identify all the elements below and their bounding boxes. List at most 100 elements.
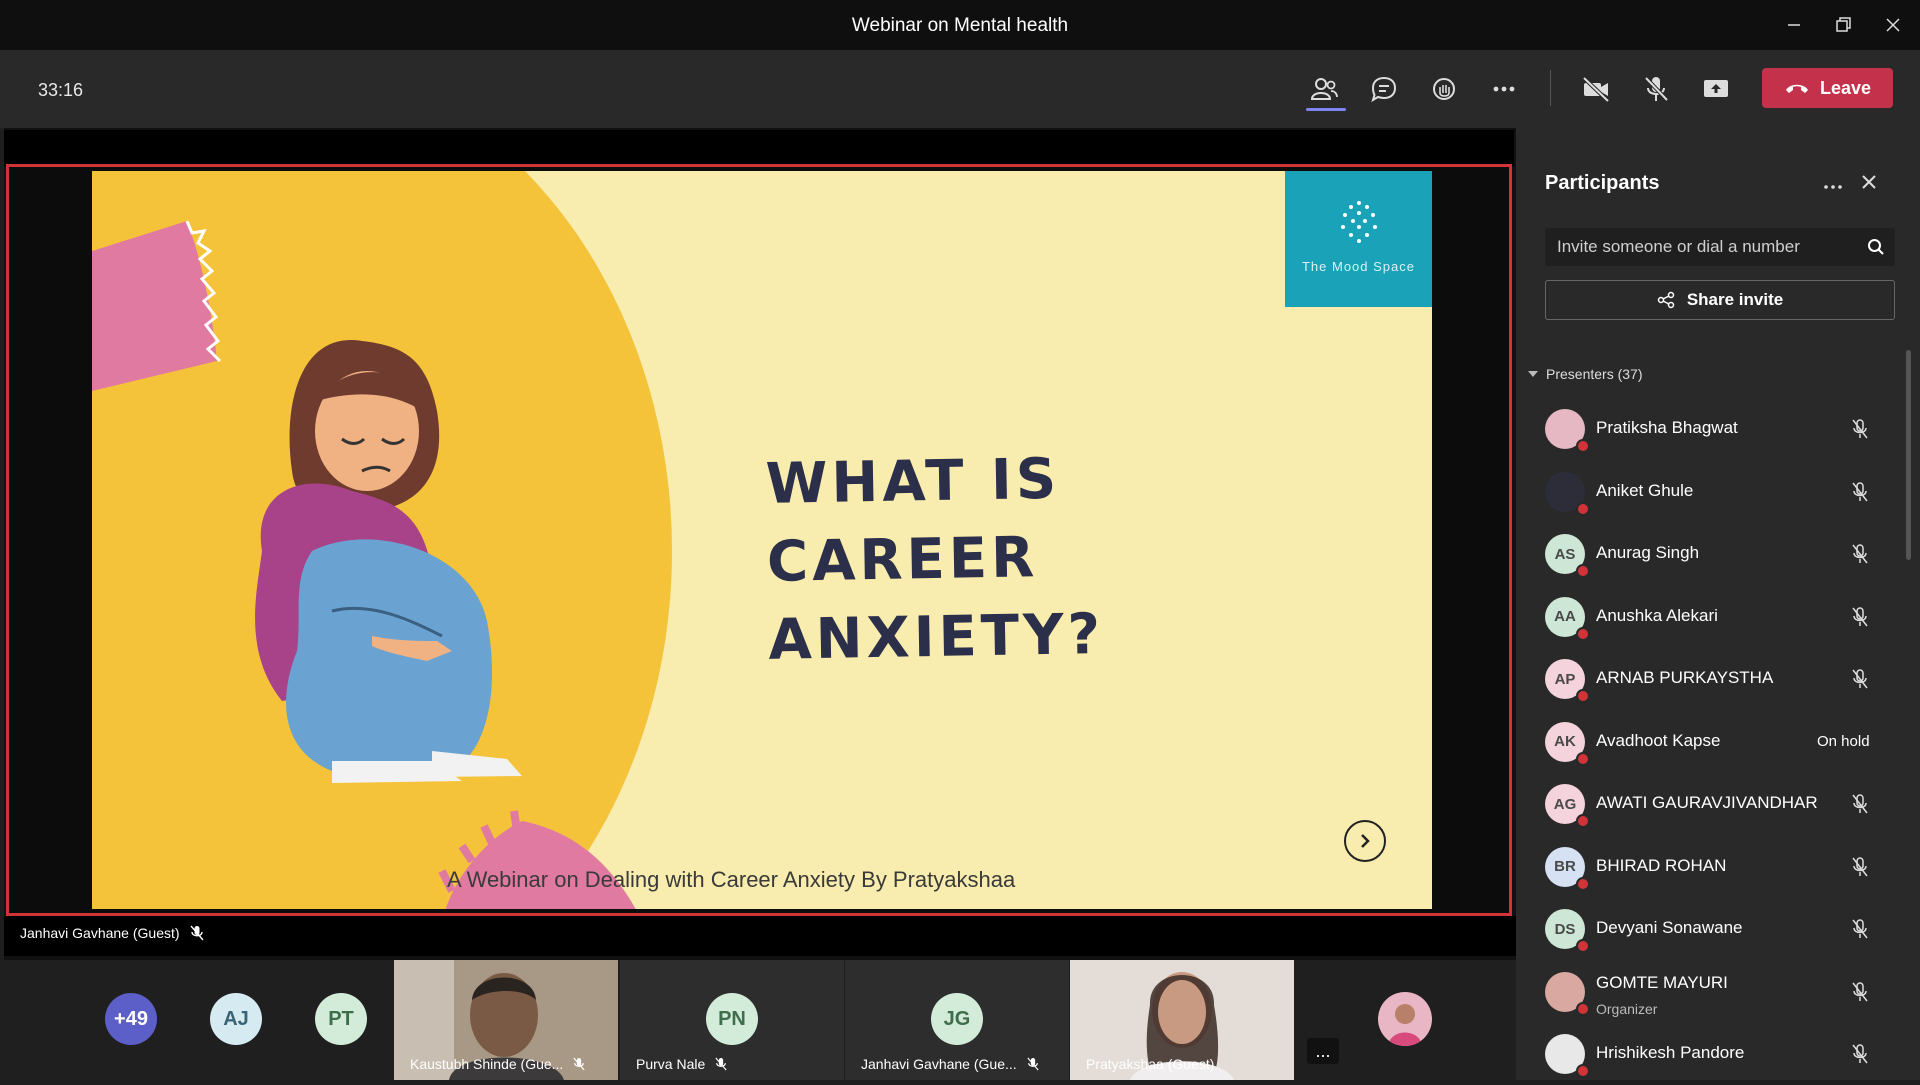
participant-mic-status bbox=[1850, 981, 1870, 1008]
participant-status: On hold bbox=[1817, 732, 1870, 750]
participant-row[interactable]: AG AWATI GAURAVJIVANDHAR bbox=[1545, 773, 1895, 835]
avatar[interactable] bbox=[1378, 992, 1432, 1046]
participant-mic-status bbox=[1850, 418, 1870, 445]
share-screen-button[interactable] bbox=[1693, 66, 1739, 112]
slide-subtitle: A Webinar on Dealing with Career Anxiety… bbox=[447, 867, 1016, 892]
tile-name: Purva Nale bbox=[636, 1056, 727, 1072]
chat-button[interactable] bbox=[1361, 66, 1407, 112]
participant-row[interactable]: DS Devyani Sonawane bbox=[1545, 898, 1895, 960]
participant-row[interactable]: AA Anushka Alekari bbox=[1545, 586, 1895, 648]
panel-close-button[interactable] bbox=[1860, 170, 1878, 198]
mic-off-icon bbox=[1644, 76, 1669, 102]
mic-muted-icon bbox=[715, 1057, 727, 1071]
participant-name: AWATI GAURAVJIVANDHAR bbox=[1596, 793, 1818, 812]
mic-muted-icon bbox=[1027, 1057, 1039, 1071]
participant-row[interactable]: AS Anurag Singh bbox=[1545, 523, 1895, 585]
avatar[interactable]: AJ bbox=[210, 993, 262, 1045]
presence-busy-indicator bbox=[1576, 564, 1590, 578]
participant-row[interactable]: BR BHIRAD ROHAN bbox=[1545, 836, 1895, 898]
presence-busy-indicator bbox=[1576, 439, 1590, 453]
video-tile[interactable]: JG Janhavi Gavhane (Gue... bbox=[845, 960, 1069, 1080]
tile-name: Kaustubh Shinde (Gue... bbox=[410, 1056, 585, 1072]
presence-busy-indicator bbox=[1576, 751, 1590, 766]
gallery-more-button[interactable]: ... bbox=[1307, 1038, 1339, 1064]
mic-off-icon bbox=[1852, 419, 1868, 439]
participant-name: GOMTE MAYURI bbox=[1596, 972, 1728, 992]
mic-off-icon bbox=[1852, 919, 1868, 939]
more-options-button[interactable] bbox=[1481, 66, 1527, 112]
participant-mic-status bbox=[1850, 668, 1870, 695]
invite-input[interactable] bbox=[1557, 228, 1857, 266]
caret-down-icon bbox=[1528, 371, 1538, 377]
overflow-participants-button[interactable]: +49 bbox=[105, 993, 157, 1045]
participant-row[interactable]: Hrishikesh Pandore bbox=[1545, 1023, 1895, 1085]
participant-name: ARNAB PURKAYSTHA bbox=[1596, 668, 1774, 687]
tile-name-text: Pratyakshaa (Guest) bbox=[1086, 1056, 1215, 1072]
participant-name: Devyani Sonawane bbox=[1596, 918, 1743, 937]
brand-name: The Mood Space bbox=[1301, 259, 1415, 274]
participant-name: Pratiksha Bhagwat bbox=[1596, 418, 1738, 437]
video-tile[interactable]: Kaustubh Shinde (Gue... bbox=[394, 960, 618, 1080]
video-tile[interactable]: PN Purva Nale bbox=[620, 960, 844, 1080]
presence-busy-indicator bbox=[1576, 1001, 1590, 1016]
camera-off-icon bbox=[1582, 76, 1610, 103]
stage-letterbox bbox=[4, 130, 1514, 166]
hang-up-icon bbox=[1785, 84, 1808, 93]
mic-off-icon bbox=[1852, 544, 1868, 564]
share-invite-button[interactable]: Share invite bbox=[1545, 280, 1895, 320]
close-window-button[interactable] bbox=[1871, 8, 1915, 42]
chat-icon bbox=[1371, 76, 1397, 103]
close-icon bbox=[1886, 18, 1900, 32]
presentation-slide: The Mood Space WHAT IS CAREER ANXIETY? A… bbox=[92, 171, 1432, 909]
slide-title: WHAT IS CAREER ANXIETY? bbox=[765, 436, 1329, 680]
presenters-section-header[interactable]: Presenters (37) bbox=[1528, 366, 1642, 382]
participant-mic-status bbox=[1850, 481, 1870, 508]
tile-name-text: Janhavi Gavhane (Gue... bbox=[861, 1056, 1017, 1072]
participant-mic-status bbox=[1850, 1043, 1870, 1070]
leave-button[interactable]: Leave bbox=[1762, 68, 1893, 108]
participant-role: Organizer bbox=[1596, 1000, 1658, 1017]
participant-row[interactable]: Pratiksha Bhagwat bbox=[1545, 398, 1895, 460]
reactions-button[interactable] bbox=[1421, 66, 1467, 112]
restore-button[interactable] bbox=[1822, 8, 1866, 42]
mic-muted-icon bbox=[573, 1057, 585, 1071]
invite-field bbox=[1545, 228, 1895, 266]
participant-row[interactable]: GOMTE MAYURI Organizer bbox=[1545, 961, 1895, 1023]
camera-toggle-button[interactable] bbox=[1573, 66, 1619, 112]
presenter-name-label: Janhavi Gavhane (Guest) bbox=[20, 925, 204, 941]
participants-button[interactable] bbox=[1301, 66, 1347, 112]
avatar[interactable]: PT bbox=[315, 993, 367, 1045]
mic-muted-icon bbox=[189, 925, 204, 941]
window-title: Webinar on Mental health bbox=[851, 15, 1069, 36]
presence-busy-indicator bbox=[1576, 626, 1590, 641]
mic-toggle-button[interactable] bbox=[1633, 66, 1679, 112]
participant-row[interactable]: Aniket Ghule bbox=[1545, 461, 1895, 523]
close-icon bbox=[1862, 175, 1876, 189]
tile-name: Janhavi Gavhane (Gue... bbox=[861, 1056, 1039, 1072]
avatar-photo bbox=[1388, 1004, 1422, 1046]
toolbar-divider bbox=[1550, 70, 1551, 106]
avatar: JG bbox=[931, 993, 983, 1045]
participant-row[interactable]: AP ARNAB PURKAYSTHA bbox=[1545, 648, 1895, 710]
participant-name: Hrishikesh Pandore bbox=[1596, 1043, 1745, 1062]
meeting-timer: 33:16 bbox=[38, 80, 84, 100]
participant-row[interactable]: AK Avadhoot Kapse On hold bbox=[1545, 711, 1895, 773]
search-icon[interactable] bbox=[1867, 238, 1885, 256]
share-screen-icon bbox=[1704, 80, 1728, 97]
title-bar: Webinar on Mental health bbox=[0, 0, 1920, 50]
mic-off-icon bbox=[1852, 481, 1868, 501]
share-invite-label: Share invite bbox=[1686, 290, 1784, 309]
panel-more-button[interactable] bbox=[1822, 172, 1844, 198]
slide-next-button[interactable] bbox=[1344, 820, 1386, 862]
brand-logo-box: The Mood Space bbox=[1285, 171, 1432, 307]
presenter-bar bbox=[4, 916, 1516, 956]
participant-mic-status bbox=[1850, 543, 1870, 570]
shared-content-frame: The Mood Space WHAT IS CAREER ANXIETY? A… bbox=[6, 164, 1512, 916]
minimize-button[interactable] bbox=[1772, 8, 1816, 42]
panel-scrollbar[interactable] bbox=[1906, 350, 1911, 560]
active-tab-indicator bbox=[1306, 108, 1346, 111]
video-tile[interactable]: Pratyakshaa (Guest) bbox=[1070, 960, 1294, 1080]
presenters-header-label: Presenters (37) bbox=[1546, 366, 1643, 382]
mic-off-icon bbox=[1852, 669, 1868, 689]
mic-off-icon bbox=[1852, 794, 1868, 814]
